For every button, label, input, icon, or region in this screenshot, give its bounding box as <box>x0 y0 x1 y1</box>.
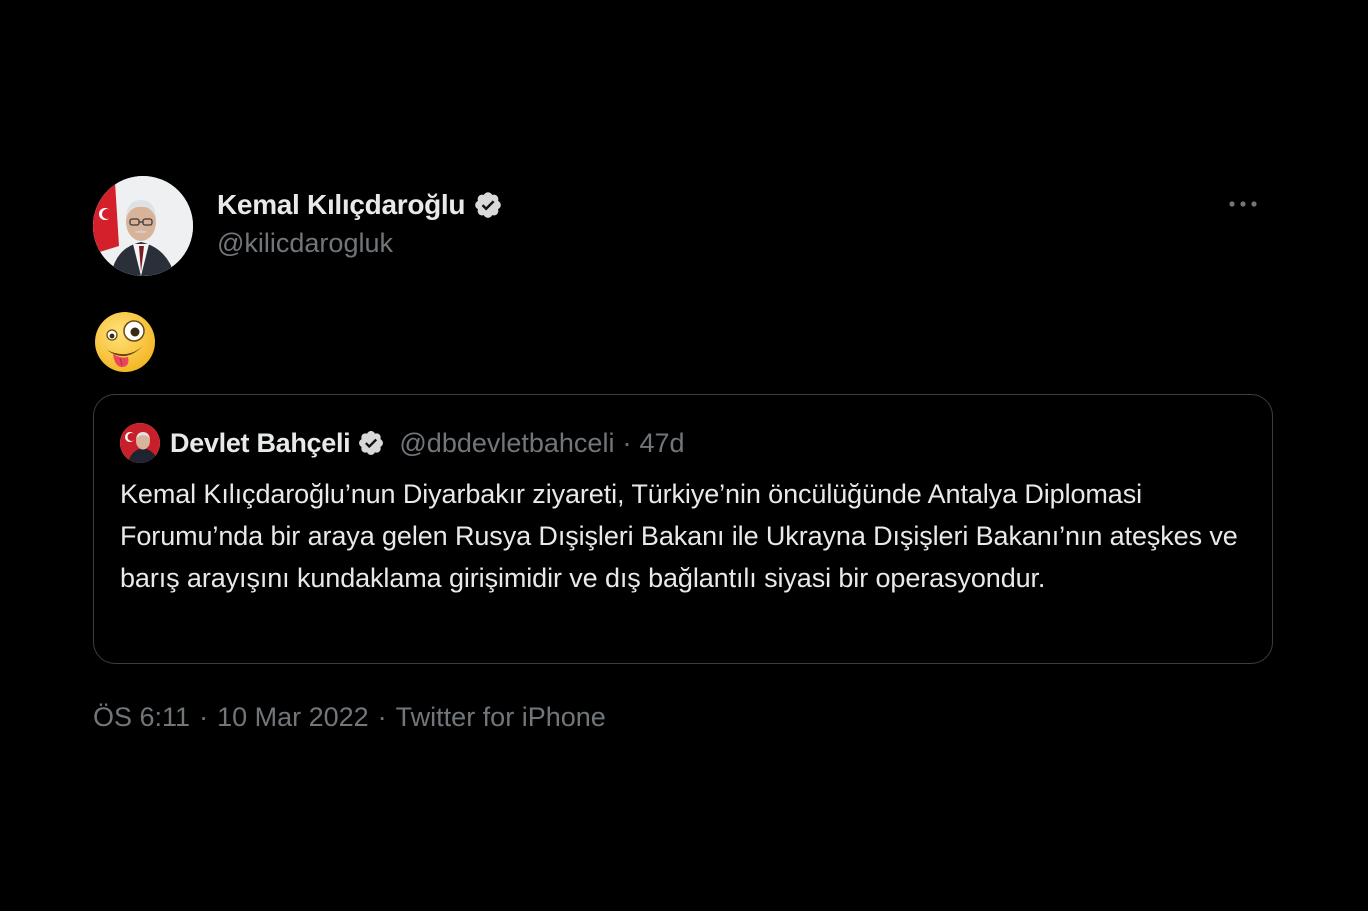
tweet-date[interactable]: 10 Mar 2022 <box>217 702 369 733</box>
profile-photo-icon <box>120 423 160 463</box>
quoted-tweet-card[interactable]: Devlet Bahçeli @dbdevletbahceli · 47d Ke… <box>93 394 1273 664</box>
profile-photo-icon <box>93 176 193 276</box>
tweet-meta-row: ÖS 6:11 · 10 Mar 2022 · Twitter for iPho… <box>93 702 606 733</box>
display-name-row: Kemal Kılıçdaroğlu <box>217 186 503 224</box>
author-names: Kemal Kılıçdaroğlu @kilicdarogluk <box>217 186 503 259</box>
zany-face-emoji-icon <box>95 312 155 372</box>
quoted-author-avatar[interactable] <box>120 423 160 463</box>
quoted-header-separator: · <box>622 427 632 458</box>
meta-separator: · <box>377 702 387 732</box>
quoted-tweet-time[interactable]: 47d <box>639 428 684 459</box>
quoted-author-display-name[interactable]: Devlet Bahçeli <box>170 428 351 459</box>
meta-separator: · <box>199 702 209 732</box>
tweet-source[interactable]: Twitter for iPhone <box>396 702 606 733</box>
author-avatar[interactable] <box>93 176 193 276</box>
more-options-icon <box>1229 201 1257 207</box>
tweet: Kemal Kılıçdaroğlu @kilicdarogluk Devlet… <box>93 176 1275 732</box>
author-handle[interactable]: @kilicdarogluk <box>217 228 503 259</box>
verified-badge-icon <box>359 431 384 455</box>
quoted-tweet-text: Kemal Kılıçdaroğlu’nun Diyarbakır ziyare… <box>120 479 1238 593</box>
more-options-button[interactable] <box>1225 192 1261 216</box>
tweet-time[interactable]: ÖS 6:11 <box>93 702 190 733</box>
tweet-author-row: Kemal Kılıçdaroğlu @kilicdarogluk <box>93 176 1275 278</box>
verified-badge-icon <box>475 192 502 218</box>
tweet-body-emoji <box>93 310 157 374</box>
quoted-tweet-header: Devlet Bahçeli @dbdevletbahceli · 47d <box>120 423 685 463</box>
quoted-author-handle[interactable]: @dbdevletbahceli <box>399 428 614 459</box>
author-display-name[interactable]: Kemal Kılıçdaroğlu <box>217 189 466 221</box>
